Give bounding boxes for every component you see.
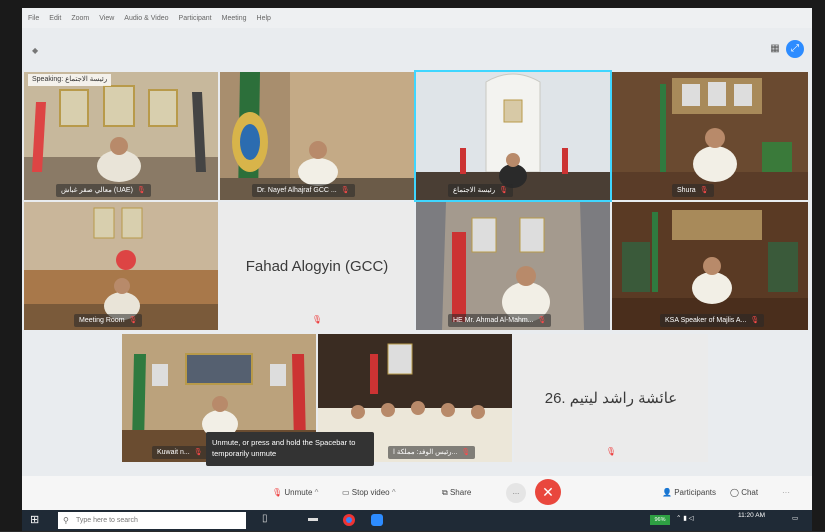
participant-label: معالي صقر غباش (UAE) 🎙 — [56, 184, 151, 197]
end-meeting-button[interactable]: ✕ — [535, 479, 561, 505]
name-tile-fahad[interactable]: Fahad Alogyin (GCC) 🎙 — [220, 202, 414, 330]
participants-icon: 👤 — [662, 488, 672, 497]
chrome-icon[interactable] — [342, 513, 356, 527]
zoom-app-icon[interactable] — [370, 513, 384, 527]
video-feed — [24, 202, 218, 330]
taskbar-search[interactable]: ⚲ Type here to search — [58, 512, 246, 529]
zoom-window: File Edit Zoom View Audio & Video Partic… — [22, 8, 812, 510]
more-button[interactable]: ... — [506, 483, 526, 503]
share-icon: ⧉ — [442, 488, 448, 497]
video-tile-shura[interactable]: Shura 🎙 — [612, 72, 808, 200]
video-feed — [416, 202, 610, 330]
tray-icons[interactable]: ⌃ ▮ ◁ — [676, 515, 694, 532]
participant-name: 26. عائشة راشد ليتيم — [544, 390, 678, 407]
tile-footer: 🎙 — [220, 315, 414, 324]
mic-muted-icon: 🎙 — [340, 187, 350, 194]
participant-label: Meeting Room 🎙 — [74, 314, 143, 327]
video-tile-bahrain[interactable]: HE Mr. Ahmad Al-Mahm... 🎙 — [416, 202, 610, 330]
menu-zoom[interactable]: Zoom — [71, 15, 89, 22]
participant-label: Dr. Nayef Alhajraf GCC ... 🎙 — [252, 184, 355, 197]
mic-muted-icon: 🎙 — [311, 315, 323, 324]
top-toolbar: ◆ ▦ ⤢ — [22, 28, 812, 70]
gallery-view-icon[interactable]: ▦ — [768, 42, 782, 56]
meeting-controls: 🎙 Unmute ^ ▭ Stop video ^ ⧉ Share ... ✕ … — [22, 476, 812, 510]
video-tile-chair[interactable]: رئيسة الاجتماع 🎙 — [414, 70, 612, 202]
file-explorer-icon[interactable]: ▬ — [308, 513, 322, 527]
participant-name: Fahad Alogyin (GCC) — [245, 257, 389, 275]
participant-label: Shura 🎙 — [672, 184, 714, 197]
participant-label: رئيسة الاجتماع 🎙 — [448, 184, 514, 197]
video-feed — [416, 72, 610, 200]
share-button[interactable]: ⧉ Share — [442, 485, 471, 501]
mic-muted-icon: 🎙 — [699, 187, 709, 194]
name-tile-aisha[interactable]: 26. عائشة راشد ليتيم 🎙 — [514, 334, 708, 462]
menu-edit[interactable]: Edit — [49, 15, 61, 22]
chevron-up-icon[interactable]: ^ — [392, 488, 396, 497]
camera-icon: ▭ — [342, 488, 350, 497]
video-tile-ksa[interactable]: KSA Speaker of Majlis A... 🎙 — [612, 202, 808, 330]
mic-muted-icon: 🎙 — [272, 488, 283, 497]
participant-label: Kuwait n... 🎙 — [152, 446, 208, 459]
unmute-tooltip: Unmute, or press and hold the Spacebar t… — [206, 432, 374, 466]
participant-label: KSA Speaker of Majlis A... 🎙 — [660, 314, 765, 327]
mic-muted-icon: 🎙 — [605, 447, 617, 456]
participant-label: رئيس الوفد: مملكة ا... 🎙 — [388, 446, 476, 459]
screen: File Edit Zoom View Audio & Video Partic… — [0, 0, 825, 531]
menu-audio-video[interactable]: Audio & Video — [124, 15, 168, 22]
notification-icon[interactable]: ▭ — [792, 515, 798, 532]
video-feed — [612, 72, 808, 200]
more-options-icon[interactable]: ··· — [782, 485, 790, 501]
menu-meeting[interactable]: Meeting — [222, 15, 247, 22]
tile-footer: 🎙 — [514, 447, 708, 456]
mic-muted-icon: 🎙 — [499, 187, 509, 194]
shield-icon[interactable]: ◆ — [32, 46, 38, 55]
participant-label: HE Mr. Ahmad Al-Mahm... 🎙 — [448, 314, 552, 327]
mic-muted-icon: 🎙 — [750, 317, 760, 324]
unmute-button[interactable]: 🎙 Unmute ^ — [272, 485, 318, 501]
chevron-up-icon[interactable]: ^ — [315, 488, 319, 497]
windows-start-icon[interactable]: ⊞ — [30, 514, 43, 527]
clock[interactable]: 11:20 AM — [738, 512, 765, 529]
mic-muted-icon: 🎙 — [461, 449, 471, 456]
task-view-icon[interactable]: ▯ — [262, 513, 276, 527]
video-feed — [612, 202, 808, 330]
menu-bar: File Edit Zoom View Audio & Video Partic… — [22, 8, 812, 28]
menu-file[interactable]: File — [28, 15, 39, 22]
video-tile-uae[interactable]: Speaking: رئيسة الاجتماع معالي صقر غباش … — [24, 72, 218, 200]
view-options-icon[interactable]: ⤢ — [786, 40, 804, 58]
menu-participant[interactable]: Participant — [179, 15, 212, 22]
mic-muted-icon: 🎙 — [537, 317, 547, 324]
mic-muted-icon: 🎙 — [136, 187, 146, 194]
windows-taskbar: ⊞ ⚲ Type here to search ▯ ▬ 96% ⌃ ▮ ◁ 11… — [22, 510, 812, 531]
chat-icon: ◯ — [730, 488, 739, 497]
participants-button[interactable]: 👤 Participants — [662, 485, 716, 501]
video-feed — [220, 72, 414, 200]
search-icon: ⚲ — [63, 516, 69, 525]
video-tile-meeting-room[interactable]: Meeting Room 🎙 — [24, 202, 218, 330]
battery-indicator[interactable]: 96% — [650, 515, 670, 525]
chat-button[interactable]: ◯ Chat — [730, 485, 758, 501]
mic-muted-icon: 🎙 — [193, 449, 203, 456]
menu-view[interactable]: View — [99, 15, 114, 22]
video-tile-gcc[interactable]: Dr. Nayef Alhajraf GCC ... 🎙 — [220, 72, 414, 200]
menu-help[interactable]: Help — [257, 15, 271, 22]
stop-video-button[interactable]: ▭ Stop video ^ — [342, 485, 396, 501]
speaking-indicator: Speaking: رئيسة الاجتماع — [28, 74, 112, 86]
video-feed — [24, 72, 218, 200]
mic-muted-icon: 🎙 — [128, 317, 138, 324]
